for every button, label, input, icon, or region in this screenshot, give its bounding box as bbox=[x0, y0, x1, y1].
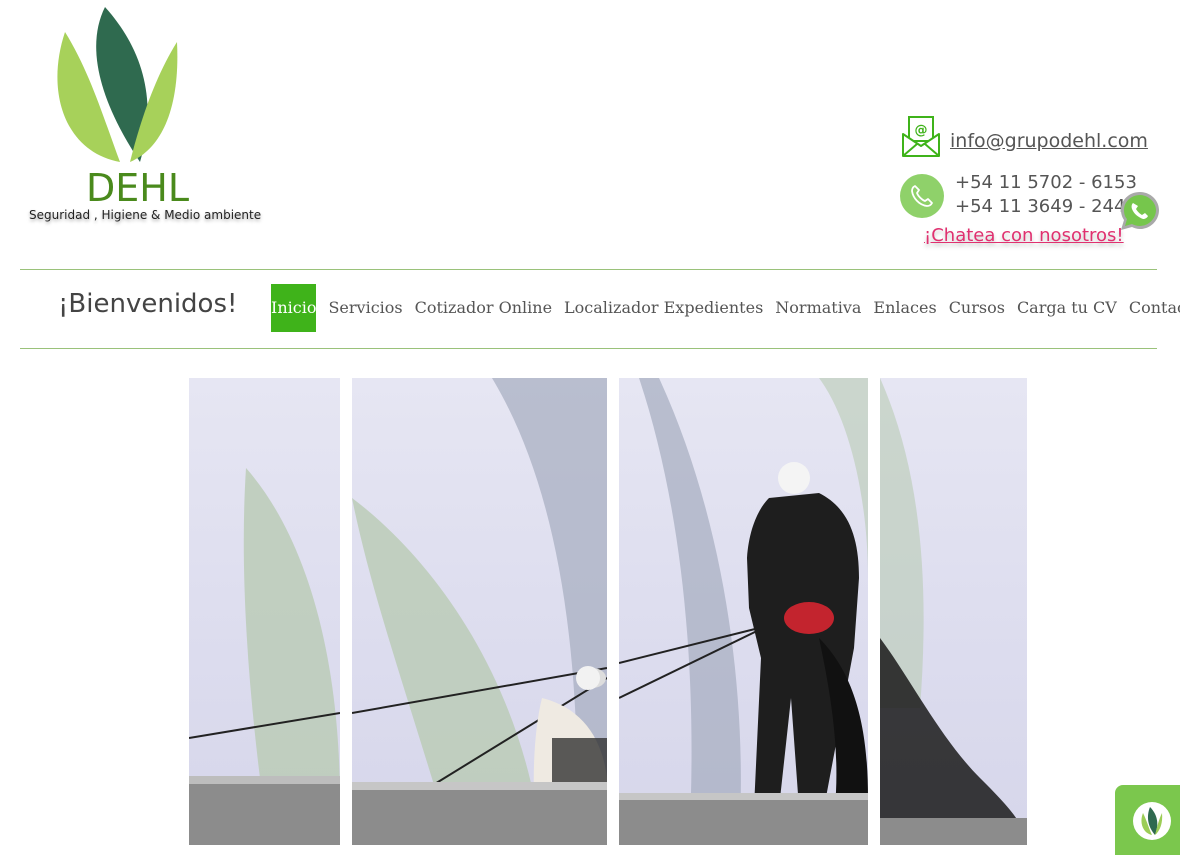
phone-number-1: +54 11 5702 - 6153 bbox=[955, 172, 1137, 193]
header-divider-bottom bbox=[20, 348, 1157, 349]
header-divider-top bbox=[20, 269, 1157, 270]
hero-image-strip-4 bbox=[880, 378, 1027, 845]
nav-item-servicios[interactable]: Servicios bbox=[316, 284, 408, 332]
welcome-title: ¡Bienvenidos! bbox=[58, 289, 238, 319]
logo-subtitle: Seguridad , Higiene & Medio ambiente bbox=[29, 208, 262, 222]
nav-item-contacto[interactable]: Contacto bbox=[1123, 284, 1180, 332]
nav-item-carga-cv[interactable]: Carga tu CV bbox=[1011, 284, 1123, 332]
email-link[interactable]: info@grupodehl.com bbox=[950, 130, 1148, 152]
nav-item-enlaces[interactable]: Enlaces bbox=[867, 284, 942, 332]
logo-title: DEHL bbox=[86, 166, 190, 210]
phone-icon bbox=[900, 174, 944, 218]
hero-image-strip-1 bbox=[189, 378, 340, 845]
nav-item-normativa[interactable]: Normativa bbox=[769, 284, 867, 332]
nav-item-cotizador-online[interactable]: Cotizador Online bbox=[409, 284, 558, 332]
nav-item-cursos[interactable]: Cursos bbox=[943, 284, 1011, 332]
nav-item-localizador-expedientes[interactable]: Localizador Expedientes bbox=[558, 284, 769, 332]
hero-image-strip-2 bbox=[352, 378, 607, 845]
phone-number-2: +54 11 3649 - 2447 bbox=[955, 196, 1137, 217]
hero-image-strip-3 bbox=[619, 378, 868, 845]
whatsapp-icon[interactable] bbox=[1116, 188, 1162, 234]
nav-item-inicio[interactable]: Inicio bbox=[271, 284, 317, 332]
leaf-logo-icon bbox=[57, 7, 178, 162]
mail-icon: @ bbox=[902, 116, 940, 157]
chat-link[interactable]: ¡Chatea con nosotros! bbox=[924, 225, 1124, 246]
svg-text:@: @ bbox=[915, 123, 928, 138]
main-nav: Inicio Servicios Cotizador Online Locali… bbox=[271, 284, 1180, 332]
